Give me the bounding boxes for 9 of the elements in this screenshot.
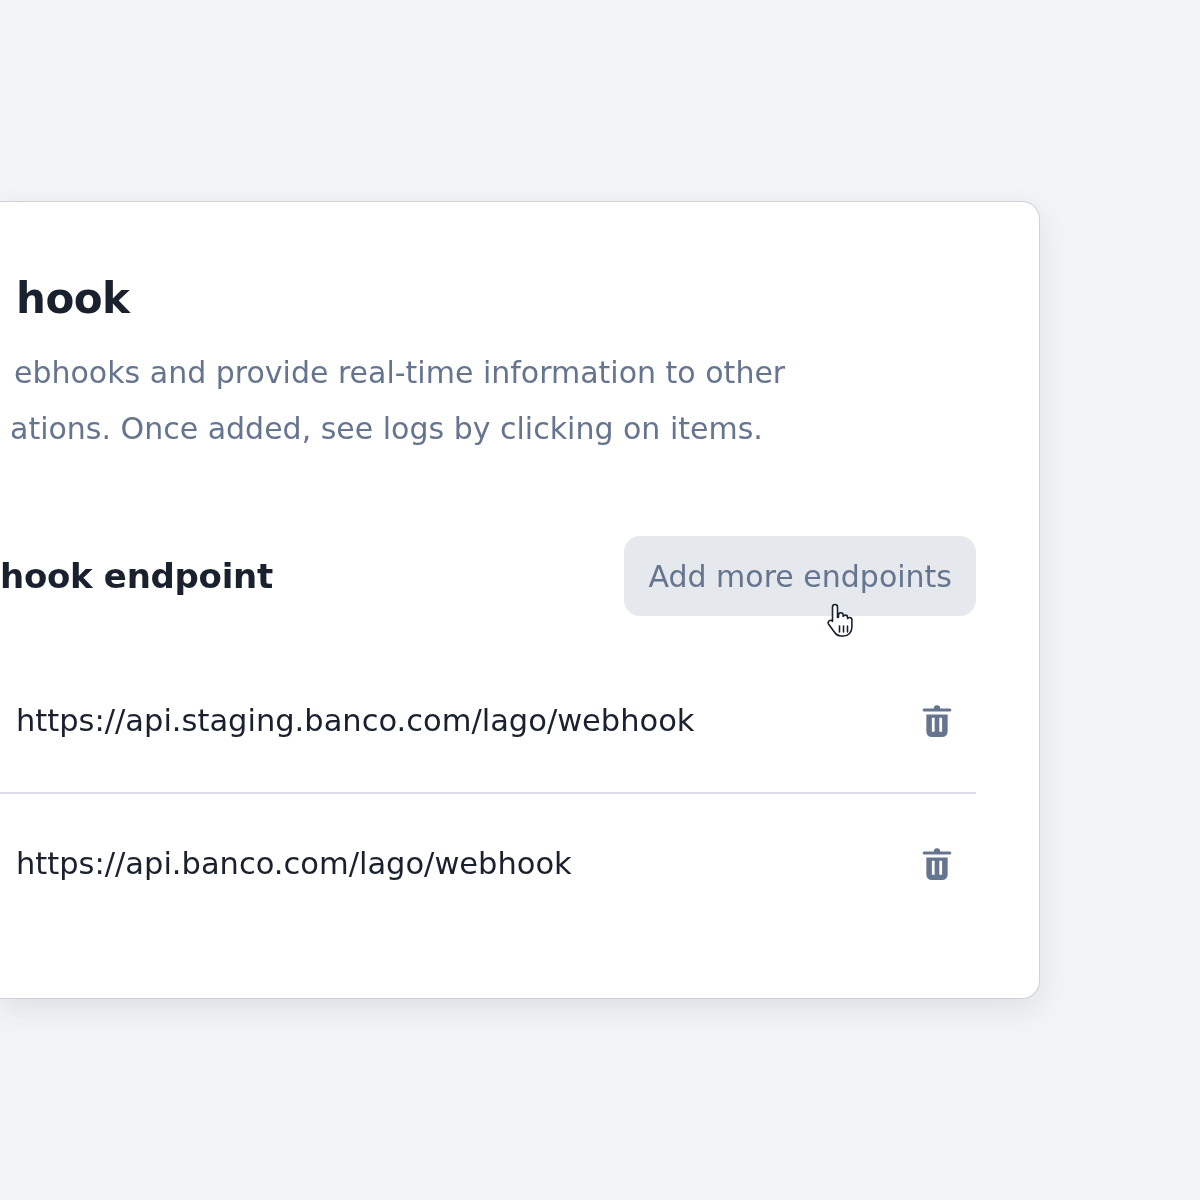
- section-title: hook endpoint: [0, 555, 273, 597]
- description-text: ations. Once added, see logs by clicking on items.: [9, 410, 764, 448]
- endpoint-url[interactable]: https://api.banco.com/lago/webhook: [16, 841, 572, 887]
- add-endpoints-button[interactable]: Add more endpoints: [624, 536, 976, 616]
- page-title: hook: [16, 273, 132, 325]
- description-text: ebhooks and provide real-time information to other: [13, 354, 787, 392]
- endpoint-url[interactable]: https://api.staging.banco.com/lago/webhook: [16, 698, 695, 744]
- trash-icon[interactable]: [922, 704, 952, 738]
- trash-icon[interactable]: [922, 847, 952, 881]
